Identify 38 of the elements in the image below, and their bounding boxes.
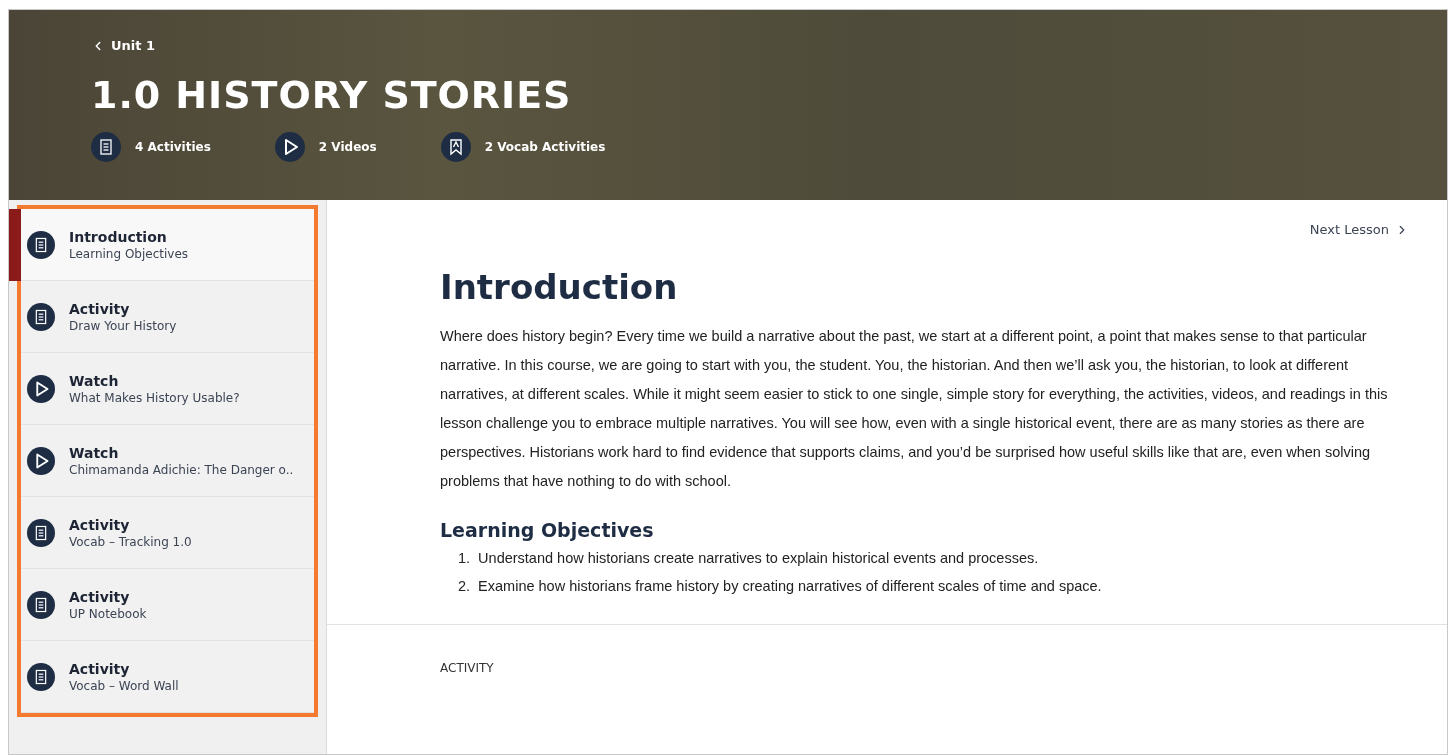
item-title: Activity — [69, 587, 131, 606]
document-icon — [91, 131, 121, 162]
section-label: ACTIVITY — [440, 660, 494, 675]
item-subtitle: Draw Your History — [69, 317, 177, 334]
document-icon — [27, 590, 55, 619]
intro-paragraph: Where does history begin? Every time we build a narrative about the past, we start at a different point, a point that makes sense to that particular narrative. In this course, we are going to start with you, the student. You, the historian. And then we’ll ask you, the historian, to look at different narratives, at different scales. While it might seem easier to stick to one single, simple story for everything, the activities, videos, and readings in this lesson challenge you to embrace multiple narratives. You will see how, even with a single historical event, there are as many stories as there are perspectives. Historians work hard to find evidence that supports claims, and you’d be surprised how useful skills like that are, even when solving problems that have nothing to do with school. — [440, 326, 1389, 491]
document-icon — [27, 518, 55, 547]
lesson-title: 1.0 HISTORY STORIES — [91, 75, 572, 114]
next-lesson-link[interactable]: Next Lesson — [1309, 220, 1409, 240]
item-subtitle: UP Notebook — [69, 605, 147, 622]
objective-text: Understand how historians create narratives to explain historical events and processes. — [478, 549, 1039, 568]
item-title: Activity — [69, 659, 131, 678]
objective-text: Examine how historians frame history by creating narratives of different scales of time and space. — [478, 576, 1102, 596]
document-icon — [27, 662, 55, 691]
item-title: Activity — [69, 299, 131, 318]
section-heading: Introduction — [440, 269, 678, 304]
stat-label: 4 Activities — [135, 138, 211, 156]
play-icon — [27, 374, 55, 403]
document-icon — [27, 230, 55, 259]
document-icon — [27, 302, 55, 331]
item-title: Watch — [69, 371, 120, 390]
list-number: 1. — [458, 549, 471, 568]
item-subtitle: What Makes History Usable? — [69, 389, 240, 406]
item-subtitle: Vocab – Tracking 1.0 — [69, 533, 192, 550]
play-icon — [274, 131, 305, 162]
item-subtitle: Vocab – Word Wall — [69, 677, 179, 694]
item-subtitle: Chimamanda Adichie: The Danger o.. — [69, 461, 294, 478]
back-link[interactable]: Unit 1 — [91, 36, 156, 56]
play-icon — [27, 446, 55, 475]
bookmark-icon — [440, 131, 471, 162]
objectives-heading: Learning Objectives — [440, 517, 654, 543]
stat-label: 2 Videos — [318, 138, 377, 156]
item-title: Watch — [69, 443, 120, 462]
stat-label: 2 Vocab Activities — [484, 138, 606, 156]
item-title: Introduction — [69, 227, 168, 246]
item-subtitle: Learning Objectives — [69, 245, 189, 262]
list-number: 2. — [458, 576, 471, 596]
item-title: Activity — [69, 515, 131, 534]
